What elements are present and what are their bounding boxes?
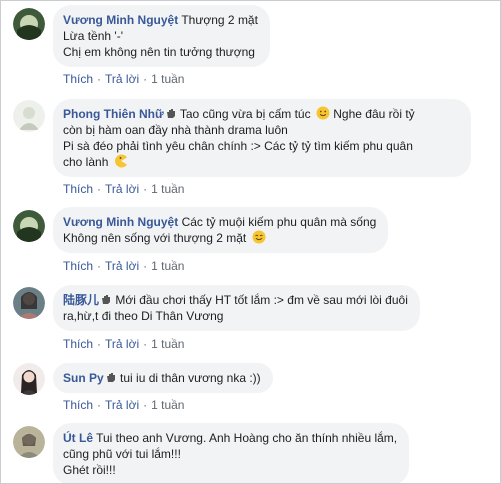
reply-link[interactable]: Trả lời	[105, 398, 139, 412]
comment-line: ra,hừ,t đi theo Di Thân Vương	[63, 309, 224, 323]
comment-actions: Thích · Trả lời · 1 tuần	[63, 182, 184, 196]
comment-line: Tao cũng vừa bị cấm túc	[179, 107, 311, 121]
comment-line: Không nên sống với thượng 2 mặt	[63, 231, 247, 245]
comment-text: Không nên sống với thượng 2 mặt	[63, 230, 376, 246]
timestamp[interactable]: 1 tuần	[151, 398, 184, 412]
comment-line: Mới đầu chơi thấy HT tốt lắm :> đm về sa…	[115, 293, 408, 307]
comment-text: cho lành	[63, 154, 459, 170]
author-name[interactable]: Vương Minh Nguyệt	[63, 215, 178, 229]
separator: ·	[97, 182, 102, 196]
comment-line: Pi sà đéo phải tình yêu chân chính :> Cá…	[63, 139, 413, 153]
smile-emoji-icon	[252, 230, 266, 244]
comment-line: tui iu di thân vương nka :))	[120, 371, 261, 385]
avatar[interactable]	[13, 210, 45, 242]
waving-hand-icon	[166, 109, 175, 118]
avatar[interactable]	[13, 287, 45, 319]
comment-text: 陆豚儿 Mới đầu chơi thấy HT tốt lắm :> đm v…	[63, 292, 408, 308]
comment-line: Nghe đâu rồi tỷ	[333, 107, 415, 121]
comment-bubble: Sun Py tui iu di thân vương nka :))	[53, 363, 273, 393]
comment-line: Chị em không nên tin tưởng thượng	[63, 45, 255, 59]
separator: ·	[143, 72, 148, 86]
comment-line: Các tỷ muội kiếm phu quân mà sống	[181, 215, 377, 229]
separator: ·	[97, 398, 102, 412]
comment-text: Út Lê Tui theo anh Vương. Anh Hoàng cho …	[63, 430, 397, 446]
separator: ·	[143, 259, 148, 273]
reply-link[interactable]: Trả lời	[105, 72, 139, 86]
separator: ·	[97, 337, 102, 351]
author-name[interactable]: Út Lê	[63, 431, 93, 445]
avatar[interactable]	[13, 426, 45, 458]
like-link[interactable]: Thích	[63, 182, 93, 196]
reply-link[interactable]: Trả lời	[105, 259, 139, 273]
comment-actions: Thích · Trả lời · 1 tuần	[63, 259, 184, 273]
comment-line: còn bị hàm oan đầy nhà thành drama luôn	[63, 123, 288, 137]
author-name[interactable]: Vương Minh Nguyệt	[63, 13, 178, 27]
comment-line: Ghét rồi!!!	[63, 463, 116, 477]
like-link[interactable]: Thích	[63, 72, 93, 86]
timestamp[interactable]: 1 tuần	[151, 337, 184, 351]
comment-line: Lừa tềnh '-'	[63, 29, 123, 43]
comment-text: Sun Py tui iu di thân vương nka :))	[63, 370, 261, 386]
separator: ·	[143, 182, 148, 196]
avatar[interactable]	[13, 100, 45, 132]
timestamp[interactable]: 1 tuần	[151, 259, 184, 273]
comment-line: cho lành	[63, 155, 109, 169]
avatar[interactable]	[13, 363, 45, 395]
smile-emoji-icon	[316, 106, 330, 120]
timestamp[interactable]: 1 tuần	[151, 72, 184, 86]
comment-bubble: Phong Thiên Nhữ Tao cũng vừa bị cấm túc …	[53, 99, 471, 177]
comment-bubble: Vương Minh Nguyệt Thượng 2 mặt Lừa tềnh …	[53, 5, 270, 67]
comment-line: Tui theo anh Vương. Anh Hoàng cho ăn thí…	[96, 431, 398, 445]
avatar[interactable]	[13, 8, 45, 40]
comment-actions: Thích · Trả lời · 1 tuần	[63, 337, 184, 351]
comment-bubble: 陆豚儿 Mới đầu chơi thấy HT tốt lắm :> đm v…	[53, 285, 420, 331]
like-link[interactable]: Thích	[63, 259, 93, 273]
comment-text: Phong Thiên Nhữ Tao cũng vừa bị cấm túc …	[63, 106, 459, 122]
author-name[interactable]: 陆豚儿	[63, 293, 99, 307]
like-link[interactable]: Thích	[63, 398, 93, 412]
author-name[interactable]: Sun Py	[63, 371, 104, 385]
comment-actions: Thích · Trả lời · 1 tuần	[63, 72, 184, 86]
timestamp[interactable]: 1 tuần	[151, 182, 184, 196]
comment-text: Vương Minh Nguyệt Thượng 2 mặt	[63, 12, 258, 28]
author-name[interactable]: Phong Thiên Nhữ	[63, 107, 164, 121]
comment-actions: Thích · Trả lời · 1 tuần	[63, 398, 184, 412]
comment-line: cũng phũ với tui lắm!!!	[63, 447, 181, 461]
comment-text: Vương Minh Nguyệt Các tỷ muội kiếm phu q…	[63, 214, 376, 230]
waving-hand-icon	[106, 373, 115, 382]
separator: ·	[97, 259, 102, 273]
waving-hand-icon	[102, 295, 111, 304]
separator: ·	[97, 72, 102, 86]
reply-link[interactable]: Trả lời	[105, 182, 139, 196]
comment-bubble: Vương Minh Nguyệt Các tỷ muội kiếm phu q…	[53, 207, 389, 253]
comment-line: Thượng 2 mặt	[181, 13, 258, 27]
separator: ·	[143, 337, 148, 351]
comment-bubble: Út Lê Tui theo anh Vương. Anh Hoàng cho …	[53, 423, 410, 483]
pacman-icon	[114, 154, 127, 168]
separator: ·	[143, 398, 148, 412]
reply-link[interactable]: Trả lời	[105, 337, 139, 351]
like-link[interactable]: Thích	[63, 337, 93, 351]
comments-panel: Vương Minh Nguyệt Thượng 2 mặt Lừa tềnh …	[0, 0, 501, 484]
